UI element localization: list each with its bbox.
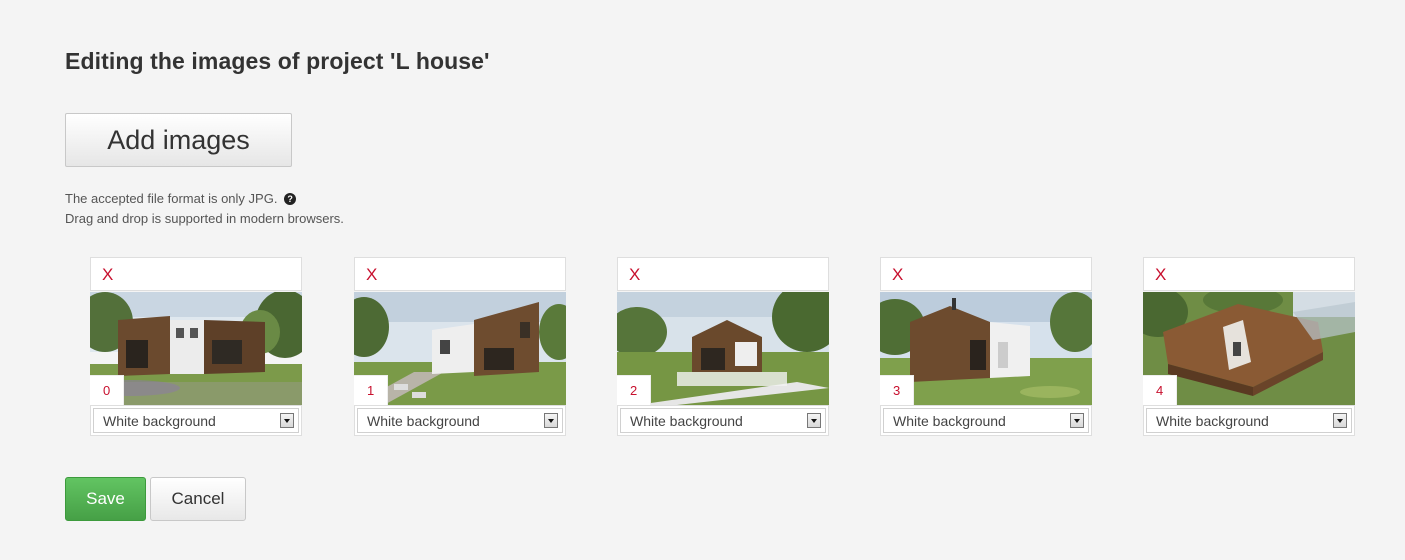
card-header: X bbox=[354, 257, 566, 291]
dropdown-arrow-icon[interactable] bbox=[544, 413, 558, 428]
background-select-wrap: White background bbox=[354, 405, 566, 436]
background-select-value: White background bbox=[893, 413, 1006, 429]
background-select[interactable]: White background bbox=[357, 408, 563, 433]
upload-info: The accepted file format is only JPG. ? … bbox=[65, 189, 344, 229]
background-select[interactable]: White background bbox=[93, 408, 299, 433]
image-index: 0 bbox=[90, 375, 124, 405]
card-header: X bbox=[880, 257, 1092, 291]
background-select-wrap: White background bbox=[90, 405, 302, 436]
format-note: The accepted file format is only JPG. bbox=[65, 191, 278, 206]
background-select[interactable]: White background bbox=[883, 408, 1089, 433]
background-select-wrap: White background bbox=[617, 405, 829, 436]
background-select[interactable]: White background bbox=[620, 408, 826, 433]
card-header: X bbox=[617, 257, 829, 291]
background-select-value: White background bbox=[367, 413, 480, 429]
image-card: X 3 White background bbox=[880, 257, 1092, 436]
edit-images-page: Editing the images of project 'L house' … bbox=[0, 0, 1405, 560]
image-card: X 2 White background bbox=[617, 257, 829, 436]
question-circle-icon[interactable]: ? bbox=[284, 193, 297, 205]
cancel-button[interactable]: Cancel bbox=[150, 477, 246, 521]
image-card: X 1 White background bbox=[354, 257, 566, 436]
background-select-wrap: White background bbox=[880, 405, 1092, 436]
page-title: Editing the images of project 'L house' bbox=[65, 48, 490, 74]
dropdown-arrow-icon[interactable] bbox=[1070, 413, 1084, 428]
background-select[interactable]: White background bbox=[1146, 408, 1352, 433]
background-select-wrap: White background bbox=[1143, 405, 1355, 436]
background-select-value: White background bbox=[630, 413, 743, 429]
dropdown-arrow-icon[interactable] bbox=[807, 413, 821, 428]
format-note-line: The accepted file format is only JPG. ? bbox=[65, 189, 344, 209]
card-header: X bbox=[90, 257, 302, 291]
image-index: 1 bbox=[354, 375, 388, 405]
dropdown-arrow-icon[interactable] bbox=[280, 413, 294, 428]
delete-image-button[interactable]: X bbox=[102, 265, 113, 285]
delete-image-button[interactable]: X bbox=[1155, 265, 1166, 285]
image-card: X 0 White background bbox=[90, 257, 302, 436]
delete-image-button[interactable]: X bbox=[892, 265, 903, 285]
drag-note: Drag and drop is supported in modern bro… bbox=[65, 211, 344, 226]
background-select-value: White background bbox=[1156, 413, 1269, 429]
image-card: X 4 White background bbox=[1143, 257, 1355, 436]
image-index: 4 bbox=[1143, 375, 1177, 405]
card-header: X bbox=[1143, 257, 1355, 291]
delete-image-button[interactable]: X bbox=[629, 265, 640, 285]
image-index: 3 bbox=[880, 375, 914, 405]
add-images-button[interactable]: Add images bbox=[65, 113, 292, 167]
background-select-value: White background bbox=[103, 413, 216, 429]
dropdown-arrow-icon[interactable] bbox=[1333, 413, 1347, 428]
image-index: 2 bbox=[617, 375, 651, 405]
save-button[interactable]: Save bbox=[65, 477, 146, 521]
delete-image-button[interactable]: X bbox=[366, 265, 377, 285]
